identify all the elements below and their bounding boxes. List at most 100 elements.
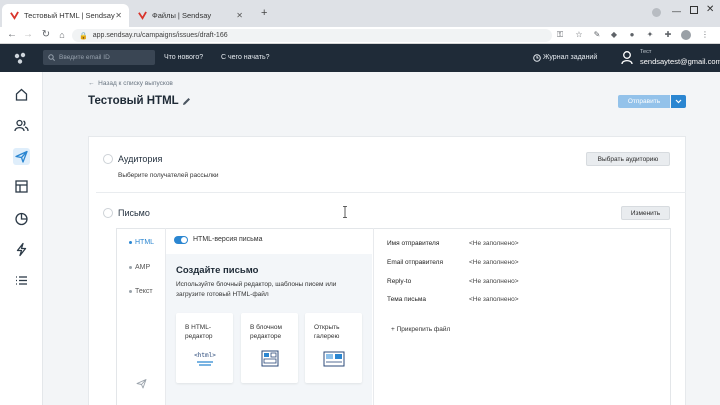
tab-testovyi-html[interactable]: Тестовый HTML | Sendsay ✕ bbox=[2, 4, 129, 27]
active-format-dot-icon bbox=[129, 241, 132, 244]
user-icon[interactable] bbox=[621, 50, 635, 66]
back-icon[interactable]: ← bbox=[6, 29, 18, 41]
block-editor-icon bbox=[261, 350, 279, 367]
menu-dots-icon[interactable]: ⋮ bbox=[700, 30, 710, 40]
sender-name-value[interactable]: <Не заполнено> bbox=[469, 240, 519, 247]
create-letter-title: Создайте письмо bbox=[176, 265, 259, 276]
search-icon bbox=[48, 54, 55, 61]
maximize-icon[interactable] bbox=[690, 6, 698, 14]
user-name: Тест bbox=[640, 49, 652, 55]
tab-title: Тестовый HTML | Sendsay bbox=[24, 11, 115, 20]
letter-status-circle-icon bbox=[103, 208, 113, 218]
format-dot-icon bbox=[129, 266, 132, 269]
gallery-option[interactable]: Открыть галерею bbox=[305, 313, 362, 383]
analytics-pie-icon[interactable] bbox=[13, 210, 30, 227]
subject-label: Тема письма bbox=[387, 296, 426, 303]
audience-subtitle: Выберите получателей рассылки bbox=[118, 172, 219, 179]
option-label: В HTML-редактор bbox=[185, 324, 213, 340]
attach-file-link[interactable]: + Прикрепить файл bbox=[391, 326, 450, 333]
user-email[interactable]: sendsaytest@gmail.com bbox=[640, 57, 720, 66]
edit-pencil-icon[interactable] bbox=[182, 97, 191, 106]
users-icon[interactable] bbox=[13, 117, 30, 134]
tab-title: Файлы | Sendsay bbox=[152, 11, 212, 20]
browser-tab-bar: Тестовый HTML | Sendsay ✕ Файлы | Sendsa… bbox=[0, 0, 720, 27]
svg-text:<html>: <html> bbox=[194, 352, 216, 359]
audience-title: Аудитория bbox=[118, 154, 163, 164]
letter-title: Письмо bbox=[118, 208, 150, 218]
extension-icon[interactable]: ✎ bbox=[592, 30, 602, 40]
profile-avatar-icon[interactable] bbox=[681, 30, 691, 40]
sendsay-favicon-icon bbox=[10, 11, 19, 20]
window-close-icon[interactable]: ✕ bbox=[706, 4, 714, 15]
extension-icon[interactable]: ◆ bbox=[609, 30, 619, 40]
lock-icon: 🔒 bbox=[79, 32, 88, 40]
arrow-left-icon: ← bbox=[88, 80, 99, 87]
send-test-plane-icon[interactable] bbox=[136, 378, 147, 389]
address-bar: ← → ↻ ⌂ 🔒 app.sendsay.ru/campaigns/issue… bbox=[0, 27, 720, 44]
getting-started-link[interactable]: С чего начать? bbox=[221, 54, 270, 61]
chevron-down-icon bbox=[675, 99, 682, 104]
automation-lightning-icon[interactable] bbox=[13, 241, 30, 258]
edit-letter-button[interactable]: Изменить bbox=[621, 206, 670, 220]
reply-to-label: Reply-to bbox=[387, 278, 412, 285]
minimize-icon[interactable]: — bbox=[672, 6, 681, 16]
app-header: Введите email ID Что нового? С чего нача… bbox=[0, 44, 720, 72]
select-audience-button[interactable]: Выбрать аудиторию bbox=[586, 152, 670, 166]
forward-icon[interactable]: → bbox=[22, 29, 34, 41]
attach-label: Прикрепить файл bbox=[396, 326, 451, 333]
html-version-toggle[interactable] bbox=[174, 236, 188, 244]
url-text: app.sendsay.ru/campaigns/issues/draft-16… bbox=[92, 32, 228, 39]
audience-status-circle-icon bbox=[103, 154, 113, 164]
home-icon[interactable] bbox=[13, 86, 30, 103]
star-icon[interactable]: ☆ bbox=[574, 30, 584, 40]
section-divider bbox=[96, 192, 686, 193]
reply-to-value[interactable]: <Не заполнено> bbox=[469, 278, 519, 285]
send-dropdown-button[interactable] bbox=[671, 95, 686, 108]
campaigns-send-icon[interactable] bbox=[13, 148, 30, 165]
extension-icon[interactable]: ✦ bbox=[645, 30, 655, 40]
search-placeholder: Введите email ID bbox=[59, 54, 110, 61]
extension-icon[interactable]: ● bbox=[627, 30, 637, 40]
key-icon[interactable]: ⚿ bbox=[555, 30, 565, 40]
templates-icon[interactable] bbox=[13, 178, 30, 195]
subject-value[interactable]: <Не заполнено> bbox=[469, 296, 519, 303]
html-code-icon: <html> bbox=[194, 352, 216, 366]
back-link-label: Назад к списку выпусков bbox=[98, 80, 173, 87]
profile-dot-icon[interactable] bbox=[652, 8, 661, 17]
home-icon[interactable]: ⌂ bbox=[56, 29, 68, 41]
panel-divider bbox=[373, 228, 374, 405]
back-to-issues-link[interactable]: ← Назад к списку выпусков bbox=[88, 80, 173, 87]
sendsay-favicon-icon bbox=[138, 11, 147, 20]
html-editor-option[interactable]: В HTML-редактор <html> bbox=[176, 313, 233, 383]
page-title: Тестовый HTML bbox=[88, 95, 179, 107]
url-field[interactable]: 🔒 app.sendsay.ru/campaigns/issues/draft-… bbox=[72, 29, 552, 42]
app-sidebar bbox=[0, 72, 43, 405]
format-dot-icon bbox=[129, 290, 132, 293]
tab-faily[interactable]: Файлы | Sendsay ✕ bbox=[130, 4, 250, 27]
new-tab-button[interactable]: + bbox=[261, 7, 267, 19]
option-label: В блочном редакторе bbox=[250, 324, 282, 340]
sender-name-label: Имя отправителя bbox=[387, 240, 440, 247]
format-text[interactable]: Текст bbox=[135, 288, 153, 295]
task-log-link[interactable]: Журнал заданий bbox=[543, 54, 597, 61]
format-amp[interactable]: AMP bbox=[135, 264, 150, 271]
text-cursor-icon bbox=[343, 206, 347, 218]
reload-icon[interactable]: ↻ bbox=[40, 29, 52, 41]
list-icon[interactable] bbox=[13, 272, 30, 289]
gallery-icon bbox=[323, 351, 345, 367]
puzzle-icon[interactable]: ✚ bbox=[663, 30, 673, 40]
option-label: Открыть галерею bbox=[314, 324, 340, 340]
html-version-label: HTML-версия письма bbox=[193, 236, 263, 243]
block-editor-option[interactable]: В блочном редакторе bbox=[241, 313, 298, 383]
search-input[interactable]: Введите email ID bbox=[43, 50, 155, 65]
sender-email-label: Email отправителя bbox=[387, 259, 443, 266]
send-button[interactable]: Отправить bbox=[618, 95, 670, 108]
sendsay-logo-icon[interactable] bbox=[14, 52, 27, 65]
sender-email-value[interactable]: <Не заполнено> bbox=[469, 259, 519, 266]
close-icon[interactable]: ✕ bbox=[115, 11, 122, 20]
create-letter-description: Используйте блочный редактор, шаблоны пи… bbox=[176, 281, 337, 298]
close-icon[interactable]: ✕ bbox=[236, 11, 243, 20]
clock-icon bbox=[533, 54, 541, 62]
format-html[interactable]: HTML bbox=[135, 239, 154, 246]
whats-new-link[interactable]: Что нового? bbox=[164, 54, 203, 61]
